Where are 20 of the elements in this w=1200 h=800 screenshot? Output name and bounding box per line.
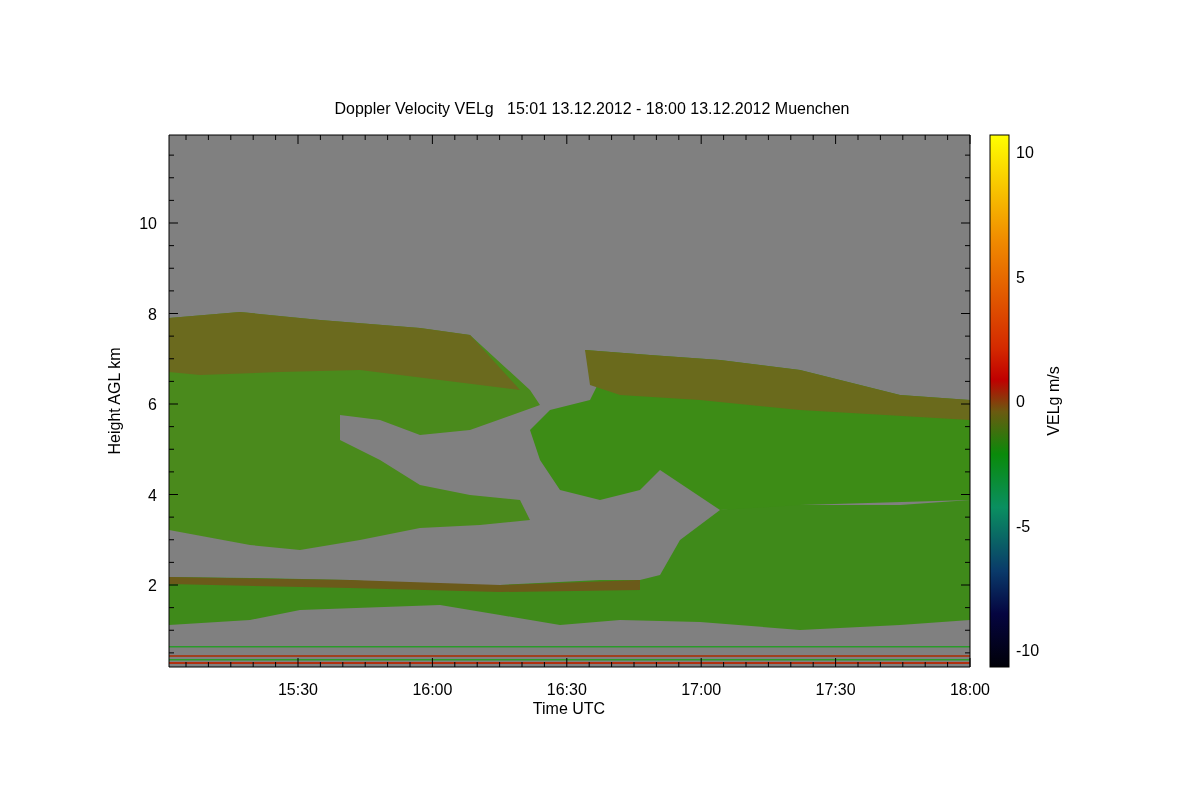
y-axis-label: Height AGL km	[106, 347, 123, 455]
x-axis-label: Time UTC	[532, 700, 606, 717]
colorbar-tick-label: 10	[1016, 144, 1034, 161]
y-tick-label: 6	[148, 396, 157, 413]
x-tick-label: 17:30	[815, 681, 856, 698]
x-tick-label: 17:00	[681, 681, 722, 698]
x-tick-label: 16:00	[412, 681, 453, 698]
y-tick-label: 8	[148, 305, 157, 323]
colorbar-tick-label: 5	[1016, 268, 1025, 286]
y-tick-label: 10	[139, 215, 157, 232]
x-tick-label: 16:30	[546, 681, 587, 698]
y-tick-label: 4	[148, 486, 157, 504]
x-tick-label: 15:30	[278, 681, 318, 698]
y-tick-label: 2	[148, 577, 157, 594]
colorbar-tick-label: 0	[1016, 393, 1025, 410]
chart-title: Doppler Velocity VELg 15:01 13.12.2012 - 18:00 13.12.2012 Muenchen	[334, 100, 850, 117]
colorbar-tick-label: -5	[1016, 517, 1031, 535]
colorbar-tick-label: -10	[1016, 642, 1040, 659]
x-tick-label: 18:00	[950, 681, 990, 698]
colorbar-label: VELg m/s	[1045, 366, 1062, 436]
